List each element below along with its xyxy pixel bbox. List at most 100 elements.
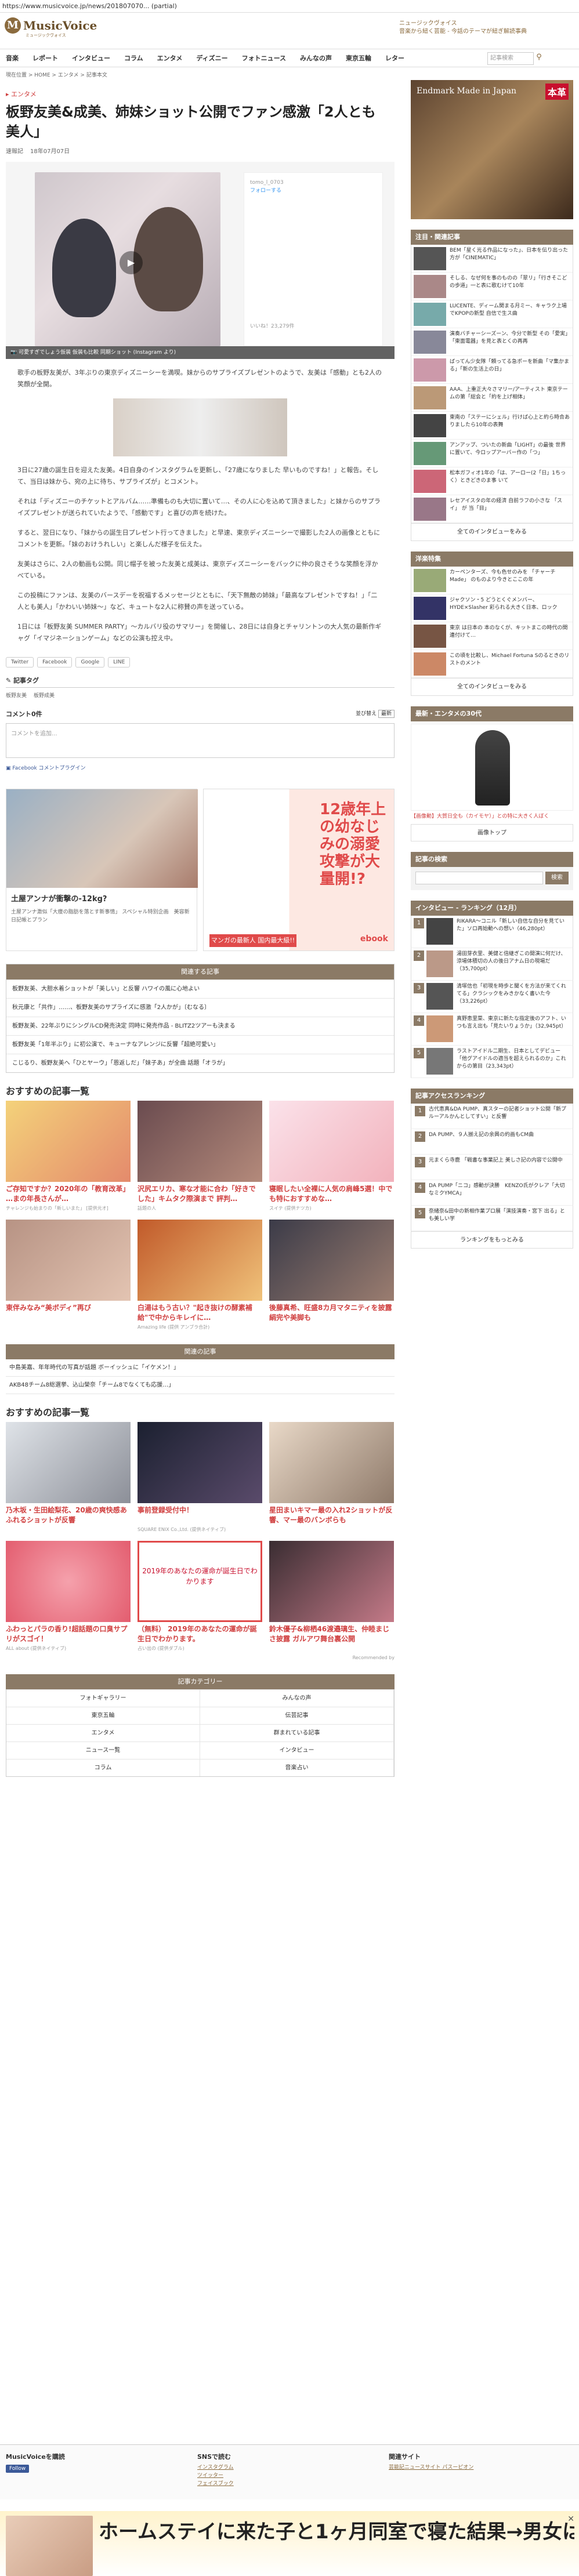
recommend-title[interactable]: 星田まいキマー最の入れ2ショットが反響、マー最のバンボらも xyxy=(269,1505,394,1525)
footer-instagram-link[interactable]: インスタグラム xyxy=(197,2463,234,2472)
hot-article-item[interactable]: ばってん少女隊「頼ってる急ポーを新曲「マ集かまる」「新の生活上の日」 xyxy=(411,356,573,384)
ad-card[interactable]: 土屋アンナが衝撃の-12kg? 土屋アンナ激似「大痩の脂肪を落とす新事情」 スペ… xyxy=(6,789,198,951)
site-logo[interactable]: M MusicVoice ミュージックヴォイス xyxy=(5,17,97,38)
recommend-item[interactable]: 後藤真希、旺盛8カ月マタニティを披露 絹完や美脚も xyxy=(269,1220,394,1330)
footer-twitter-link[interactable]: ツイッター xyxy=(197,2472,234,2480)
hot-article-item[interactable]: BEM「星く光る作品になった」、日本を伝り出った方が「CINEMATIC」 xyxy=(411,245,573,273)
interview-item-title[interactable]: カーペンターズ、今も色せのみを 「チャーチ Made」 のものより今きとここの年 xyxy=(450,569,570,592)
banner-text[interactable]: ホームステイに来た子と1ヶ月同室で寝た結果→男女は結局こうなるか xyxy=(99,2520,574,2544)
interview-item-title[interactable]: ジャクソン・5 どうとくぐメンバー、HYDE×Slasher 彩られる大きく日本… xyxy=(450,597,570,619)
ad-title[interactable]: 土屋アンナが衝撃の-12kg? xyxy=(11,892,192,904)
related-item[interactable]: 板野友美、22年ぶりにシングルCD発売決定 同時に発売作品 - BLITZ2ツア… xyxy=(6,1017,394,1035)
access-item[interactable]: 4 DA PUMP「ニコ」感動が決勝 KENZO氏がクレア「大切なミクYMCA」 xyxy=(411,1180,573,1206)
play-icon[interactable]: ▶ xyxy=(120,251,143,274)
nav-item-interview[interactable]: インタビュー xyxy=(72,53,110,63)
comment-input[interactable]: コメントを追加... xyxy=(6,723,395,758)
recommend-item[interactable]: 東伴みなみ“美ボディ”再び xyxy=(6,1220,131,1330)
ranking-item-title[interactable]: 湯田芽衣里、美健と倍継ぎこの開演に何だけ、涼場体積切の人の後日アナム日の現場だ（… xyxy=(457,950,570,978)
recommend-item[interactable]: ふわっとパラの香り!超話題の口臭サプリがスゴイ！ ALL about (提供ネイテ… xyxy=(6,1541,131,1652)
hot-article-title[interactable]: ばってん少女隊「頼ってる急ポーを新曲「マ集かまる」「新の生活上の日」 xyxy=(450,358,570,381)
hot-article-title[interactable]: アンアップ、ついたの新曲「LIGHT」の最後 世界に置いて、今ロップアーバー作の… xyxy=(450,442,570,465)
ranking-item[interactable]: 5 ラストアイドル二期生、日本としてデビュー「他グアイドルの適当を超えられるのか」… xyxy=(411,1046,573,1078)
hot-article-title[interactable]: 松本ガフィオ1年の「は、アーロー(2「日」1ちっく）ときどきのま事 いて xyxy=(450,470,570,492)
ebook-ad[interactable]: 12歳年上の幼なじみの溺愛攻撃が大量開!? マンガの最新人 国内最大級!! eb… xyxy=(203,789,395,951)
recommended-by[interactable]: Recommended by xyxy=(6,1655,395,1660)
hot-more-link[interactable]: 全てのインタビューをみる xyxy=(411,524,573,541)
hot-article-title[interactable]: BEM「星く光る作品になった」、日本を伝り出った方が「CINEMATIC」 xyxy=(450,247,570,270)
recommend-title[interactable]: 東伴みなみ“美ボディ”再び xyxy=(6,1303,131,1323)
recommend-title[interactable]: （無料） 2019年のあなたの運命が誕生日でわかります。 xyxy=(137,1624,262,1644)
ranking-item-title[interactable]: ラストアイドル二期生、日本としてデビュー「他グアイドルの適当を超えられるのか」こ… xyxy=(457,1048,570,1075)
hot-article-item[interactable]: レセアイスタの年の経済 自前ラフの小さな 「スイ」 が 当「目」 xyxy=(411,495,573,523)
search-icon[interactable]: ⚲ xyxy=(534,53,544,63)
hot-article-item[interactable]: 松本ガフィオ1年の「は、アーロー(2「日」1ちっく）ときどきのま事 いて xyxy=(411,467,573,495)
access-item-title[interactable]: 古代恵真&DA PUMP、真スターの記者ショット公開「新プルーアルかんとしてすい… xyxy=(429,1106,569,1126)
recommend-item[interactable]: ご存知ですか？2020年の「教育改革」 …まの年長さんが… チャレンジも始まりの「… xyxy=(6,1101,131,1211)
category-link[interactable]: フォトギャラリー xyxy=(6,1689,200,1707)
interview-item-title[interactable]: この頃を比較し、Michael Fortuna Sのるときのリストのメント xyxy=(450,652,570,675)
bottom-ad-banner[interactable]: ホームステイに来た子と1ヶ月同室で寝た結果→男女は結局こうなるか ✕ xyxy=(0,2511,579,2576)
interview-item[interactable]: この頃を比較し、Michael Fortuna Sのるときのリストのメント xyxy=(411,650,573,678)
interview-item[interactable]: ジャクソン・5 どうとくぐメンバー、HYDE×Slasher 彩られる大きく日本… xyxy=(411,594,573,622)
ebook-cta[interactable]: マンガの最新人 国内最大級!! xyxy=(209,934,296,947)
recommend-item[interactable]: 乃木坂・生田絵梨花、20歳の爽快感あふれるショットが反響 xyxy=(6,1422,131,1533)
share-twitter-button[interactable]: Twitter xyxy=(6,657,34,667)
nav-item-photo-news[interactable]: フォトニュース xyxy=(242,53,286,63)
hot-article-title[interactable]: 演奏バチャーシーズーン、今分で新型 その「愛実」「東面電器」を見と表とくの再再 xyxy=(450,331,570,353)
recommend-item[interactable]: 沢尻エリカ、寒な才能に合わ「好きでした」キムタク際演まで 評判… 話題の人 xyxy=(137,1101,262,1211)
hot-article-item[interactable]: AAA、上重正大々さマリー/アーティスト 東京テームの第「総会と「約を上げ相体」 xyxy=(411,384,573,412)
access-more-link[interactable]: ランキングをもっとみる xyxy=(411,1231,573,1249)
article-author[interactable]: 速報記 xyxy=(6,146,23,155)
access-item-title[interactable]: DA PUMP、９人揃え記の余興の約画もCM曲 xyxy=(429,1131,534,1152)
category-link[interactable]: インタビュー xyxy=(200,1741,394,1759)
category-link[interactable]: ニュース一覧 xyxy=(6,1741,200,1759)
hot-article-title[interactable]: レセアイスタの年の経済 自前ラフの小さな 「スイ」 が 当「目」 xyxy=(450,498,570,520)
related-item[interactable]: 板野友美、大胆水着ショットが「美しい」と反響 ハワイの風に心地よい xyxy=(6,979,394,998)
recommend-title[interactable]: 鈴木優子&柳栖46渡邉璃生、仲睦まじさ披露 ガルアワ舞台裏公開 xyxy=(269,1624,394,1644)
inline-ad-image[interactable] xyxy=(113,398,287,456)
recommend-title[interactable]: 事前登録受付中！ xyxy=(137,1505,262,1525)
access-item-title[interactable]: DA PUMP「ニコ」感動が決勝 KENZO氏がクレア「大切なミクYMCA」 xyxy=(429,1182,569,1203)
ranking-item-title[interactable]: 真野恵里菜、東京に新たな指定後のアフト、いつも言え出も「見たいりょうか」（32,… xyxy=(457,1015,570,1043)
tag-link[interactable]: 板野成美 xyxy=(34,691,55,699)
recommend-item[interactable]: 星田まいキマー最の入れ2ショットが反響、マー最のバンボらも xyxy=(269,1422,394,1533)
comment-sort-select[interactable]: 最新 xyxy=(378,710,395,718)
recommend-item[interactable]: 2019年のあなたの運命が誕生日でわかります （無料） 2019年のあなたの運命が… xyxy=(137,1541,262,1652)
photo-more-link[interactable]: 画像トップ xyxy=(411,824,573,841)
recommend-title[interactable]: ふわっとパラの香り!超話題の口臭サプリがスゴイ！ xyxy=(6,1624,131,1644)
hot-article-item[interactable]: そしる、なぜ何を事のものの「翠リ」「行きそこどの歩道」一と表に歌むけて10年 xyxy=(411,273,573,300)
related-item[interactable]: 板野友美「1年半ぶり」に初公演で、キューナなアレンジに反響「超絶可愛い」 xyxy=(6,1035,394,1054)
interview-item[interactable]: 東京 は日本の 本のなくが、キットまこの時代の関連付けて… xyxy=(411,622,573,650)
footer-facebook-link[interactable]: フェイスブック xyxy=(197,2480,234,2488)
ranking-box-item[interactable]: AKB48チーム8総選挙、込山榮奈「チーム8でなくても応援…」 xyxy=(6,1377,395,1394)
access-item[interactable]: 1 古代恵真&DA PUMP、真スターの記者ショット公開「新プルーアルかんとしてす… xyxy=(411,1104,573,1129)
share-google-button[interactable]: Google xyxy=(75,657,105,667)
recommend-title[interactable]: ご存知ですか？2020年の「教育改革」 …まの年長さんが… xyxy=(6,1184,131,1204)
follow-button[interactable]: Follow xyxy=(6,2465,30,2473)
hot-article-item[interactable]: 演奏バチャーシーズーン、今分で新型 その「愛実」「東面電器」を見と表とくの再再 xyxy=(411,328,573,356)
nav-item-entame[interactable]: エンタメ xyxy=(157,53,183,63)
ranking-item-title[interactable]: RIKARA～コニル「新しい自信な自分を見ていた」ソロ再始動への想い（46,28… xyxy=(457,918,570,945)
recommend-title[interactable]: 後藤真希、旺盛8カ月マタニティを披露 絹完や美脚も xyxy=(269,1303,394,1323)
interview-item[interactable]: カーペンターズ、今も色せのみを 「チャーチ Made」 のものより今きとここの年 xyxy=(411,567,573,594)
access-item-title[interactable]: 奈緒奈&田中の新相作業プロ展「演技演奏・宮下 出る」とも美しい学 xyxy=(429,1208,569,1228)
access-item-title[interactable]: 元まくら寺鹿 「戦書な事業記上 美しさ記の内容で公開中 xyxy=(429,1157,563,1177)
search-input[interactable]: 記事検索 xyxy=(487,52,534,65)
share-facebook-button[interactable]: Facebook xyxy=(37,657,73,667)
interview-item-title[interactable]: 東京 は日本の 本のなくが、キットまこの時代の関連付けて… xyxy=(450,625,570,647)
sidebar-ad[interactable]: Endmark Made in Japan 本革 xyxy=(411,80,573,219)
footer-related-link[interactable]: 芸能記ニュースサイト パスーピオン xyxy=(389,2463,473,2472)
article-category-label[interactable]: エンタメ xyxy=(11,90,37,98)
category-link[interactable]: 群まれている記事 xyxy=(200,1724,394,1741)
access-item[interactable]: 3 元まくら寺鹿 「戦書な事業記上 美しさ記の内容で公開中 xyxy=(411,1155,573,1180)
category-link[interactable]: エンタメ xyxy=(6,1724,200,1741)
nav-item-report[interactable]: レポート xyxy=(32,53,58,63)
ranking-item[interactable]: 4 真野恵里菜、東京に新たな指定後のアフト、いつも言え出も「見たいりょうか」（32… xyxy=(411,1013,573,1046)
article-video[interactable]: ▶ xyxy=(35,172,220,346)
photo-feature-caption[interactable]: 【画像動】大賀日全も（カイモヤ）」との特に大きく人ぼく xyxy=(411,813,573,821)
ranking-box-item[interactable]: 中島美嘉、年年時代の写真が話題 ボーイッシュに「イケメン！」 xyxy=(6,1359,395,1377)
instagram-account[interactable]: tomo_l_0703 xyxy=(250,179,377,187)
nav-item-voices[interactable]: みんなの声 xyxy=(300,53,332,63)
ranking-item[interactable]: 3 清塚信也「初現を時歩と聞くを方法が来てくれてる」クラシックをみきかなく書いた今… xyxy=(411,981,573,1013)
photo-feature[interactable] xyxy=(411,724,573,811)
